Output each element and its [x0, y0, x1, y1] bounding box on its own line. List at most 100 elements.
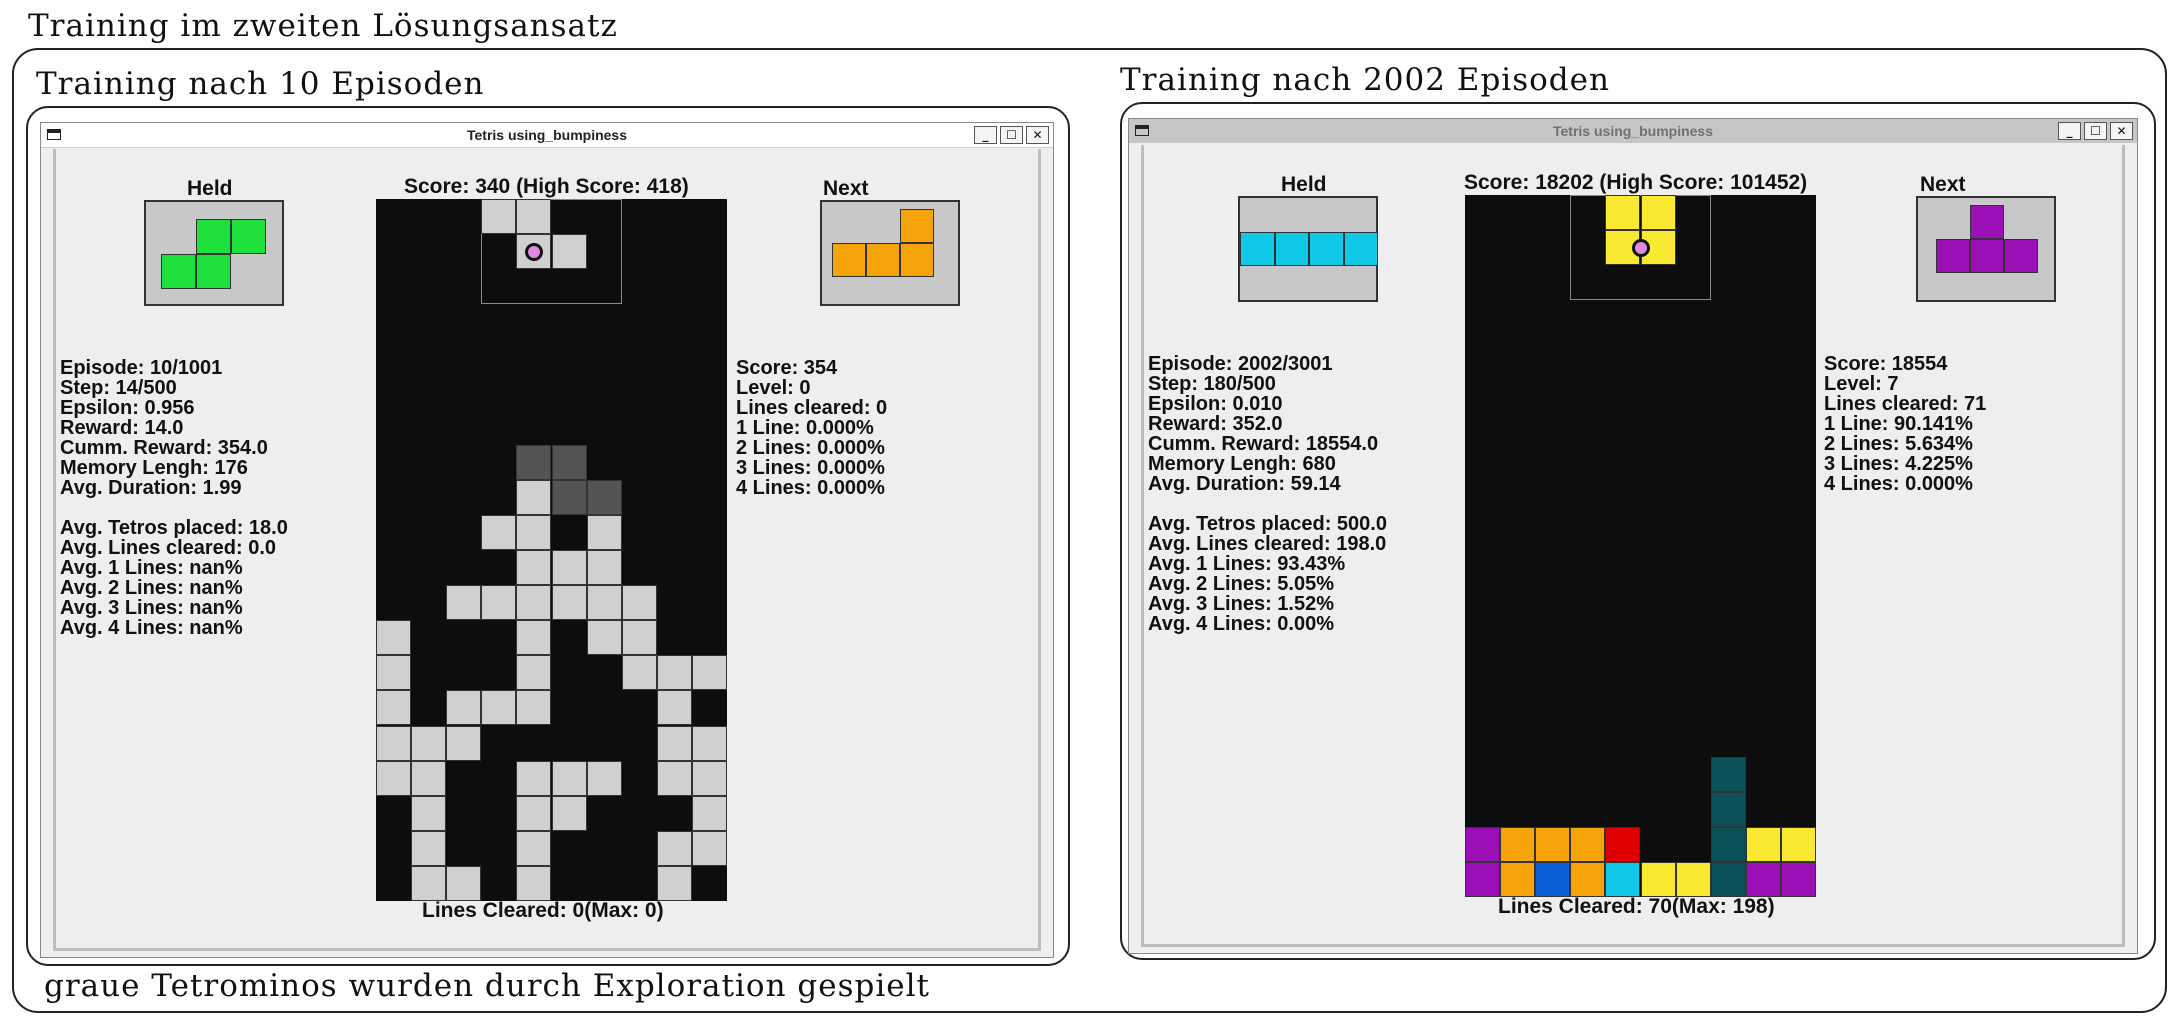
placed-block: [551, 760, 587, 796]
lines-cleared-footer: Lines Cleared: 0(Max: 0): [422, 899, 664, 922]
stat-line: Avg. 3 Lines: 1.52%: [1148, 593, 1334, 615]
next-piece-cell: [866, 243, 900, 277]
stat-line: Avg. Tetros placed: 18.0: [60, 517, 288, 539]
placed-block: [376, 620, 412, 656]
game-stats: Score: 18554 Level: 7 Lines cleared: 71 …: [1824, 354, 1986, 494]
held-box: [1238, 196, 1378, 302]
footnote: graue Tetrominos wurden durch Exploratio…: [44, 968, 930, 1004]
placed-block: [586, 760, 622, 796]
next-piece-cell: [2004, 239, 2038, 273]
stat-line: Lines cleared: 71: [1824, 393, 1987, 415]
window-menu-icon[interactable]: [47, 129, 61, 140]
stat-line: 3 Lines: 0.000%: [736, 457, 885, 479]
next-piece-cell: [832, 243, 866, 277]
game-stats: Score: 354 Level: 0 Lines cleared: 0 1 L…: [736, 358, 887, 498]
next-box: [1916, 196, 2056, 302]
stat-line: Step: 14/500: [60, 377, 177, 399]
stat-line: Avg. 2 Lines: 5.05%: [1148, 573, 1334, 595]
active-piece-block: [481, 199, 517, 235]
minimize-button[interactable]: _: [974, 126, 997, 144]
average-stats: Avg. Tetros placed: 18.0 Avg. Lines clea…: [60, 518, 288, 638]
placed-block: [656, 865, 692, 901]
placed-block: [1465, 826, 1501, 862]
stat-line: Episode: 2002/3001: [1148, 353, 1333, 375]
placed-block: [516, 620, 552, 656]
placed-block: [516, 865, 552, 901]
stat-line: Reward: 14.0: [60, 417, 184, 439]
placed-block: [411, 725, 447, 761]
placed-block: [1570, 826, 1606, 862]
placed-block: [551, 585, 587, 621]
placed-block: [1570, 861, 1606, 897]
placed-block: [516, 760, 552, 796]
stat-line: Avg. Duration: 1.99: [60, 477, 242, 499]
next-piece-cell: [1936, 239, 1970, 273]
stat-line: Lines cleared: 0: [736, 397, 888, 419]
score-header: Score: 340 (High Score: 418): [404, 175, 689, 198]
stat-line: Epsilon: 0.956: [60, 397, 195, 419]
stat-line: 3 Lines: 4.225%: [1824, 453, 1973, 475]
maximize-button[interactable]: ☐: [1000, 126, 1023, 144]
stat-line: Episode: 10/1001: [60, 357, 223, 379]
held-box: [144, 200, 284, 306]
placed-block: [586, 620, 622, 656]
placed-block: [551, 444, 587, 480]
placed-block: [1500, 826, 1536, 862]
held-label: Held: [1281, 173, 1327, 196]
placed-block: [551, 795, 587, 831]
held-piece-cell: [161, 254, 196, 289]
placed-block: [586, 585, 622, 621]
placed-block: [691, 760, 727, 796]
close-button[interactable]: ✕: [2110, 122, 2133, 140]
placed-block: [1710, 826, 1746, 862]
placed-block: [1710, 756, 1746, 792]
placed-block: [586, 514, 622, 550]
placed-block: [516, 550, 552, 586]
placed-block: [411, 865, 447, 901]
stat-line: Avg. 3 Lines: nan%: [60, 597, 243, 619]
placed-block: [376, 655, 412, 691]
placed-block: [376, 725, 412, 761]
placed-block: [411, 830, 447, 866]
next-label: Next: [823, 177, 869, 200]
placed-block: [516, 444, 552, 480]
window-titlebar[interactable]: Tetris using_bumpiness _ ☐ ✕: [41, 123, 1053, 148]
placed-block: [656, 725, 692, 761]
stat-line: Avg. 4 Lines: 0.00%: [1148, 613, 1334, 635]
placed-block: [1780, 826, 1816, 862]
stat-line: Score: 18554: [1824, 353, 1948, 375]
placed-block: [586, 479, 622, 515]
placed-block: [1535, 826, 1571, 862]
tetris-board: [376, 199, 727, 901]
maximize-button[interactable]: ☐: [2084, 122, 2107, 140]
stat-line: Score: 354: [736, 357, 838, 379]
placed-block: [656, 690, 692, 726]
placed-block: [516, 830, 552, 866]
placed-block: [656, 760, 692, 796]
placed-block: [1640, 861, 1676, 897]
stat-line: Cumm. Reward: 354.0: [60, 437, 268, 459]
main-title: Training im zweiten Lösungsansatz: [28, 8, 618, 44]
right-caption: Training nach 2002 Episoden: [1120, 62, 1610, 98]
placed-block: [586, 550, 622, 586]
score-header: Score: 18202 (High Score: 101452): [1464, 171, 1808, 194]
close-button[interactable]: ✕: [1026, 126, 1049, 144]
pivot-marker-icon: [1631, 238, 1650, 257]
minimize-button[interactable]: _: [2058, 122, 2081, 140]
window-menu-icon[interactable]: [1135, 125, 1149, 136]
placed-block: [1745, 861, 1781, 897]
placed-block: [481, 514, 517, 550]
placed-block: [1535, 861, 1571, 897]
placed-block: [621, 585, 657, 621]
next-piece-cell: [900, 243, 934, 277]
held-piece-cell: [196, 254, 231, 289]
placed-block: [411, 760, 447, 796]
placed-block: [516, 655, 552, 691]
next-piece-cell: [1970, 205, 2004, 239]
placed-block: [481, 585, 517, 621]
held-piece-cell: [1274, 232, 1309, 266]
stat-line: Avg. 2 Lines: nan%: [60, 577, 243, 599]
window-titlebar[interactable]: Tetris using_bumpiness _ ☐ ✕: [1129, 119, 2137, 143]
stat-line: 1 Line: 90.141%: [1824, 413, 1973, 435]
stat-line: Avg. Duration: 59.14: [1148, 473, 1341, 495]
